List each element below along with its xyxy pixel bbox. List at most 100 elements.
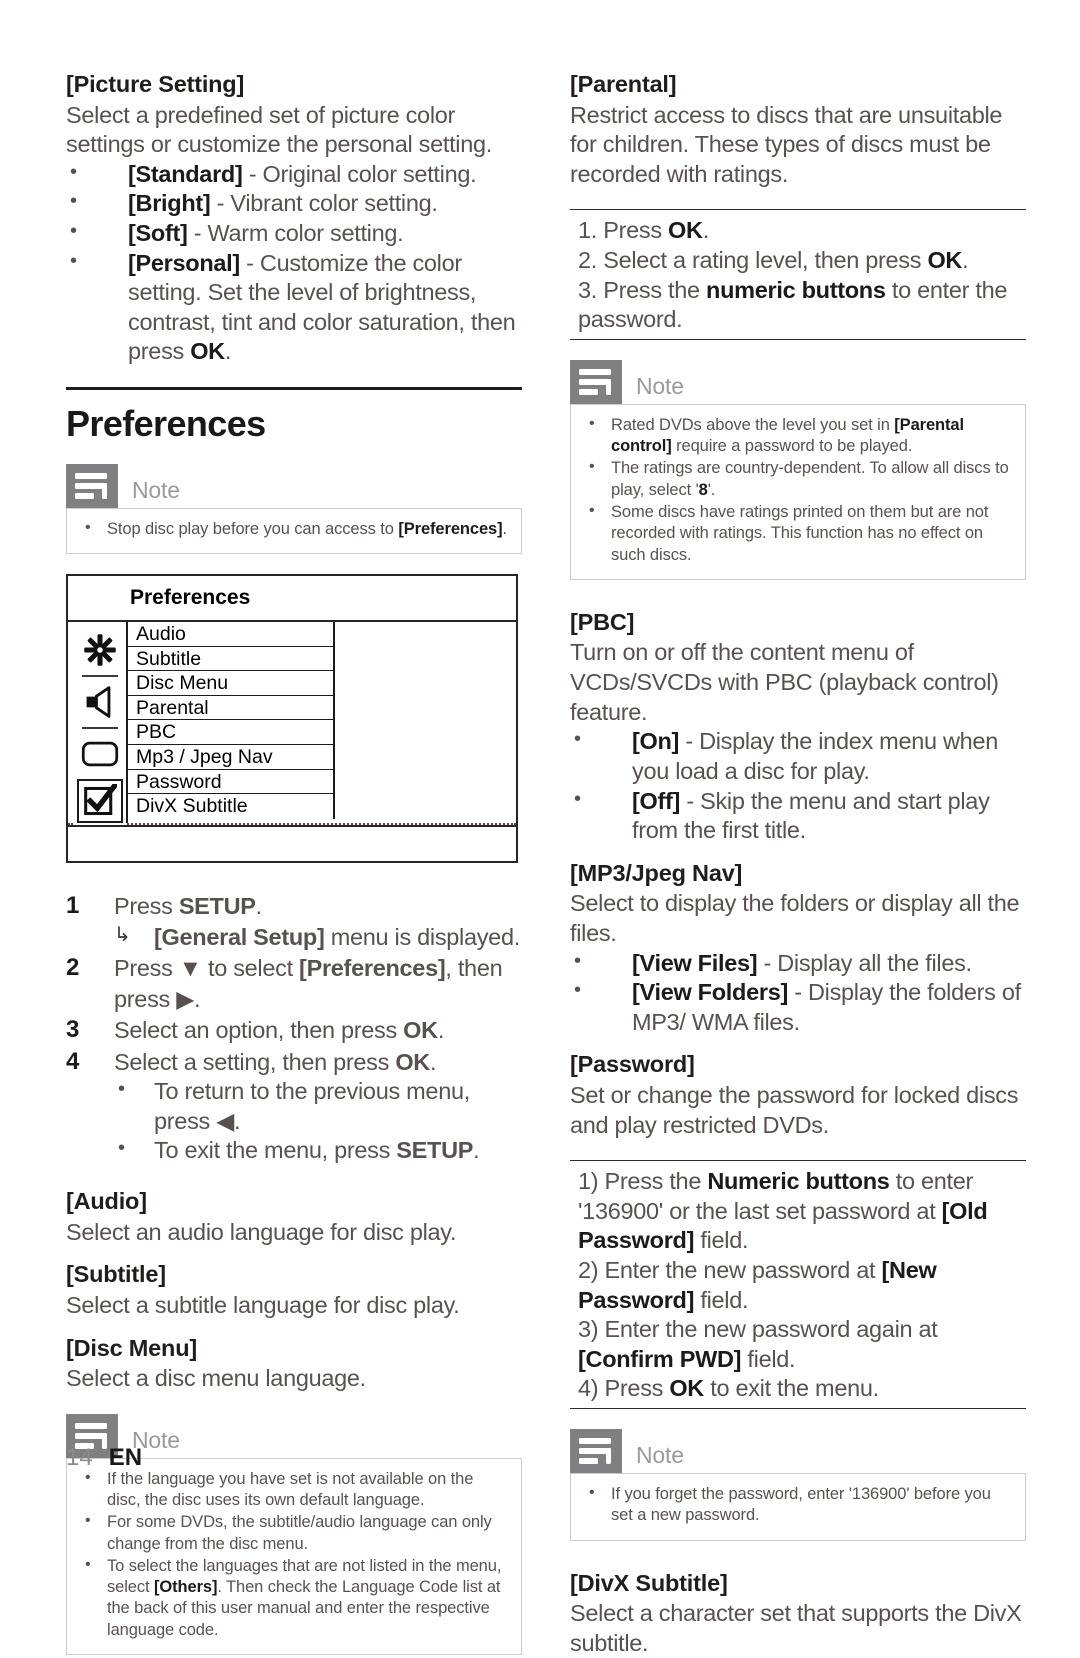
step-bold: OK [395, 1048, 430, 1075]
section-picture-setting: [Picture Setting] Select a predefined se… [66, 70, 522, 367]
subtitle-heading: [Subtitle] [66, 1261, 166, 1288]
list-item: The ratings are country-dependent. To al… [585, 457, 1011, 501]
list-item: If the language you have set is not avai… [81, 1468, 507, 1512]
list-item: [View Files] - Display all the files. [570, 949, 1026, 979]
menu-item-subtitle[interactable]: Subtitle [128, 647, 333, 672]
gear-icon[interactable] [77, 628, 123, 672]
note-title: Note [636, 372, 684, 399]
section-mp3-jpeg-nav: [MP3/Jpeg Nav] Select to display the fol… [570, 859, 1026, 1038]
step-bold: [Preferences] [299, 955, 446, 982]
parental-step-1: 1. Press OK. [578, 217, 709, 244]
menu-item-disc-menu[interactable]: Disc Menu [128, 671, 333, 696]
menu-item-password[interactable]: Password [128, 770, 333, 795]
menu-item-parental[interactable]: Parental [128, 696, 333, 721]
speaker-icon[interactable] [77, 680, 123, 724]
list-item: To select the languages that are not lis… [81, 1555, 507, 1641]
parental-step-3: 3. Press the numeric buttons to enter th… [578, 276, 1008, 333]
right-column: [Parental] Restrict access to discs that… [570, 70, 1026, 1658]
menu-item-mp3-jpeg-nav[interactable]: Mp3 / Jpeg Nav [128, 745, 333, 770]
note-text: Some discs have ratings printed on them … [611, 503, 989, 564]
note-text: For some DVDs, the subtitle/audio langua… [107, 1513, 492, 1553]
note-text: Stop disc play before you can access to [107, 519, 399, 538]
picture-setting-options: [Standard] - Original color setting. [Br… [66, 160, 522, 367]
option-desc-tail: . [224, 338, 232, 365]
option-desc: - Display the index menu when you load a… [632, 728, 998, 784]
video-screen-icon[interactable] [77, 732, 123, 776]
parental-steps: 1. Press OK. 2. Select a rating level, t… [570, 210, 1026, 338]
parental-step-2: 2. Select a rating level, then press OK. [578, 247, 969, 274]
menu-item-audio[interactable]: Audio [128, 622, 333, 647]
note-icon [66, 463, 118, 508]
list-item: Stop disc play before you can access to … [81, 518, 508, 540]
audio-heading: [Audio] [66, 1188, 147, 1215]
note-text: If the language you have set is not avai… [107, 1469, 474, 1510]
note-icon [570, 359, 622, 404]
picture-setting-heading: [Picture Setting] [66, 71, 245, 97]
disc-menu-body: Select a disc menu language. [66, 1365, 366, 1392]
section-password: [Password] Set or change the password fo… [570, 1050, 1026, 1140]
menu-item-pbc[interactable]: PBC [128, 720, 333, 745]
note-text: The ratings are country-dependent. To al… [611, 459, 1009, 499]
screenshot-title: Preferences [68, 576, 516, 622]
bullet-text-post: . [473, 1137, 480, 1164]
password-step-1: 1) Press the Numeric buttons to enter '1… [578, 1168, 988, 1254]
mp3-jpeg-nav-heading: [MP3/Jpeg Nav] [570, 859, 743, 886]
page-number: 14 [66, 1444, 93, 1471]
divx-subtitle-heading: [DivX Subtitle] [570, 1569, 728, 1596]
step-4-bullets: To return to the previous menu, press ◀.… [114, 1077, 522, 1166]
option-term: [On] [632, 728, 680, 755]
section-audio: [Audio] Select an audio language for dis… [66, 1187, 522, 1247]
step-text-post: . [437, 1017, 445, 1044]
bullet-text: To exit the menu, press [154, 1137, 397, 1164]
step-number: 2 [66, 954, 80, 982]
mp3-jpeg-nav-body: Select to display the folders or display… [570, 890, 1020, 946]
note-icon [570, 1429, 622, 1474]
list-item: [Personal] - Customize the color setting… [66, 249, 522, 367]
note-title: Note [132, 476, 180, 503]
password-step-2: 2) Enter the new password at [New Passwo… [578, 1257, 937, 1313]
option-term: [Standard] [128, 160, 243, 187]
step-bold: OK [403, 1017, 438, 1044]
list-item: For some DVDs, the subtitle/audio langua… [81, 1511, 507, 1555]
list-item: Rated DVDs above the level you set in [P… [585, 414, 1011, 458]
list-item: To exit the menu, press SETUP. [114, 1136, 522, 1166]
checkbox-check-icon[interactable] [74, 776, 125, 825]
list-item: [Standard] - Original color setting. [66, 160, 522, 190]
step-text-post: . [429, 1048, 437, 1075]
option-desc: - Vibrant color setting. [210, 190, 438, 217]
step-number: 3 [66, 1016, 80, 1044]
note-text-post: require a password to be played. [671, 437, 913, 456]
screenshot-menu-list: Audio Subtitle Disc Menu Parental PBC Mp… [126, 621, 516, 823]
step-text: Press [114, 892, 179, 919]
section-pbc: [PBC] Turn on or off the content menu of… [570, 608, 1026, 846]
note-box-preferences: Note Stop disc play before you can acces… [66, 463, 522, 554]
option-term: [View Folders] [632, 979, 788, 1006]
step-1-substep: ↳ [General Setup] menu is displayed. [114, 922, 522, 953]
language-code: EN [108, 1444, 143, 1471]
option-desc: - Skip the menu and start play from the … [632, 787, 990, 844]
note-text-post: '. [707, 480, 716, 499]
step-3: 3 Select an option, then press OK. [66, 1015, 522, 1046]
pbc-options: [On] - Display the index menu when you l… [570, 727, 1026, 845]
left-column: [Picture Setting] Select a predefined se… [66, 70, 522, 1658]
password-step-4: 4) Press OK to exit the menu. [578, 1375, 879, 1402]
menu-item-divx-subtitle[interactable]: DivX Subtitle [128, 794, 333, 819]
step-number: 1 [66, 891, 80, 919]
mp3-jpeg-nav-options: [View Files] - Display all the files. [V… [570, 949, 1026, 1038]
password-heading: [Password] [570, 1051, 695, 1078]
note-box-parental: Note Rated DVDs above the level you set … [570, 359, 1026, 580]
note-bold: [Others] [154, 1578, 218, 1597]
list-item: [View Folders] - Display the folders of … [570, 978, 1026, 1037]
list-item: [Soft] - Warm color setting. [66, 219, 522, 249]
step-2: 2 Press ▼ to select [Preferences], then … [66, 953, 522, 1014]
icon-divider [81, 726, 118, 729]
manual-page: [Picture Setting] Select a predefined se… [66, 70, 1026, 1656]
substep-text: menu is displayed. [324, 923, 521, 950]
option-term: [Personal] [128, 249, 240, 276]
section-parental: [Parental] Restrict access to discs that… [570, 70, 1026, 189]
step-text-post: . [255, 892, 263, 919]
section-subtitle: [Subtitle] Select a subtitle language fo… [66, 1260, 522, 1320]
note-text-post: . [502, 519, 508, 538]
section-divx-subtitle: [DivX Subtitle] Select a character set t… [570, 1569, 1026, 1658]
list-item: [On] - Display the index menu when you l… [570, 727, 1026, 786]
